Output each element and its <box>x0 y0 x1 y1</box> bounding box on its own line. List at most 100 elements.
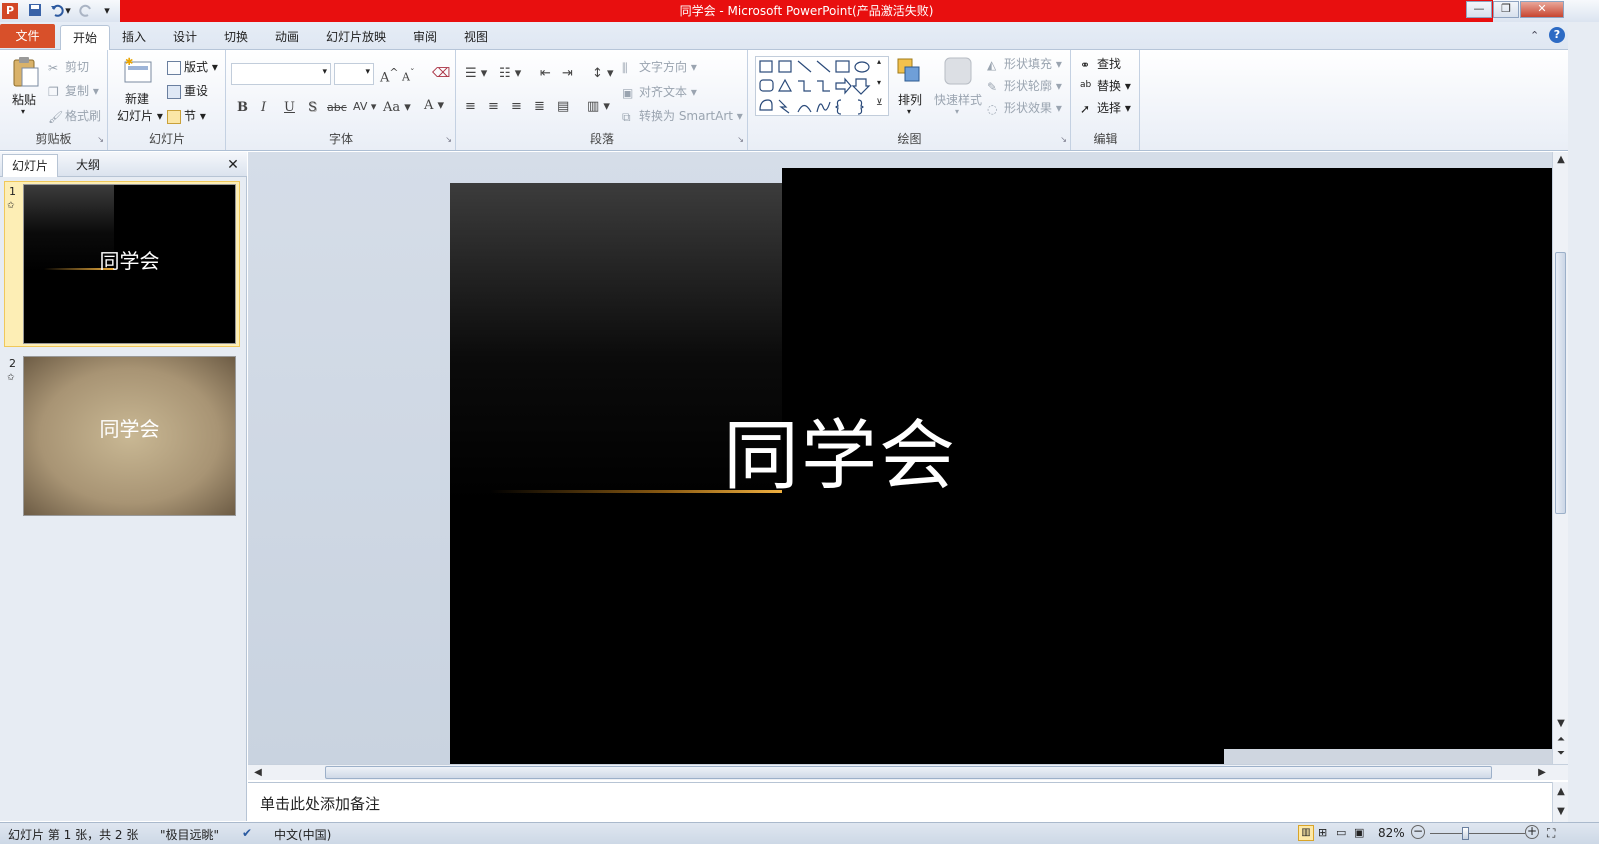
h-scroll-thumb[interactable] <box>325 766 1492 779</box>
copy-button[interactable]: ❐ 复制 ▾ <box>48 82 99 99</box>
arrange-icon[interactable] <box>895 56 925 88</box>
font-size-dropdown[interactable]: ▾ <box>334 63 374 85</box>
close-button[interactable]: ✕ <box>1520 1 1564 18</box>
scroll-right-icon[interactable]: ▶ <box>1534 767 1550 778</box>
arrange-dropdown-icon[interactable]: ▾ <box>907 107 911 116</box>
new-slide-button[interactable]: 幻灯片 ▾ <box>117 107 163 124</box>
language-indicator[interactable]: 中文(中国) <box>274 826 331 843</box>
close-pane-icon[interactable]: ✕ <box>224 154 242 177</box>
tab-file[interactable]: 文件 <box>0 24 55 48</box>
undo-icon[interactable] <box>49 3 65 19</box>
dialog-launcher-icon[interactable]: ↘ <box>445 135 452 144</box>
cut-button[interactable]: ✂ 剪切 <box>48 58 89 75</box>
previous-slide-icon[interactable]: ⏶ <box>1553 734 1569 745</box>
section-button[interactable]: 节 ▾ <box>167 107 206 124</box>
justify-icon[interactable]: ≣ <box>534 99 545 114</box>
paste-dropdown-icon[interactable]: ▾ <box>21 107 25 116</box>
horizontal-scrollbar[interactable]: ◀ ▶ <box>248 764 1568 780</box>
scroll-left-icon[interactable]: ◀ <box>250 767 266 778</box>
tab-slides[interactable]: 幻灯片 <box>2 154 58 177</box>
normal-view-icon[interactable]: ▥ <box>1298 825 1314 841</box>
tab-home[interactable]: 开始 <box>60 25 110 51</box>
clear-format-icon[interactable]: ⌫ <box>432 66 450 81</box>
slide-thumbnail-1[interactable]: 同学会 <box>23 184 236 344</box>
shapes-scroll-up-icon[interactable]: ▴ <box>877 57 881 66</box>
redo-icon[interactable] <box>78 3 94 19</box>
tab-animations[interactable]: 动画 <box>268 25 306 50</box>
shapes-scroll-down-icon[interactable]: ▾ <box>877 78 881 87</box>
slide-thumbnail-2[interactable]: 同学会 <box>23 356 236 516</box>
bold-button[interactable]: B <box>237 100 248 115</box>
increase-indent-icon[interactable]: ⇥ <box>562 66 573 81</box>
bullets-icon[interactable]: ☰ ▾ <box>465 66 487 81</box>
quick-styles-icon[interactable] <box>943 56 973 88</box>
format-painter-button[interactable]: 🖌 格式刷 <box>48 107 101 124</box>
tab-outline[interactable]: 大纲 <box>62 154 114 177</box>
tab-insert[interactable]: 插入 <box>115 25 153 50</box>
scroll-down-icon[interactable]: ▼ <box>1553 718 1569 729</box>
font-family-dropdown[interactable]: ▾ <box>231 63 331 85</box>
align-left-icon[interactable]: ≡ <box>465 99 476 114</box>
undo-dropdown-icon[interactable]: ▾ <box>64 3 72 19</box>
scroll-up-icon[interactable]: ▲ <box>1553 154 1569 165</box>
minimize-button[interactable]: — <box>1466 1 1492 18</box>
new-slide-icon[interactable]: ✱ <box>123 56 153 88</box>
quick-styles-dropdown-icon[interactable]: ▾ <box>955 107 959 116</box>
font-color-button[interactable]: A ▾ <box>424 98 444 113</box>
scroll-down-icon[interactable]: ▼ <box>1553 806 1569 817</box>
help-icon[interactable]: ? <box>1549 27 1565 43</box>
dialog-launcher-icon[interactable]: ↘ <box>1060 135 1067 144</box>
text-direction-button[interactable]: ⫼ 文字方向 ▾ <box>622 58 697 75</box>
layout-button[interactable]: 版式 ▾ <box>167 58 218 75</box>
underline-button[interactable]: U <box>284 100 295 115</box>
zoom-out-icon[interactable]: − <box>1411 825 1425 839</box>
slide-sorter-icon[interactable]: ⊞ <box>1318 826 1327 839</box>
shape-outline-button[interactable]: ✎ 形状轮廓 ▾ <box>987 77 1062 94</box>
align-right-icon[interactable]: ≡ <box>511 99 522 114</box>
new-slide-label[interactable]: 新建 <box>125 90 149 107</box>
paste-icon[interactable] <box>10 56 40 88</box>
notes-scrollbar[interactable]: ▲ ▼ <box>1552 782 1568 822</box>
scroll-up-icon[interactable]: ▲ <box>1553 786 1569 797</box>
shape-fill-button[interactable]: ◭ 形状填充 ▾ <box>987 55 1062 72</box>
align-center-icon[interactable]: ≡ <box>488 99 499 114</box>
notes-placeholder[interactable]: 单击此处添加备注 <box>260 793 380 814</box>
shapes-gallery[interactable] <box>755 56 889 116</box>
italic-button[interactable]: I <box>261 100 266 115</box>
zoom-level[interactable]: 82% <box>1378 826 1405 840</box>
dialog-launcher-icon[interactable]: ↘ <box>97 135 104 144</box>
next-slide-icon[interactable]: ⏷ <box>1553 748 1569 759</box>
arrange-button[interactable]: 排列 <box>898 91 922 108</box>
paste-button[interactable]: 粘贴 <box>12 91 36 108</box>
change-case-button[interactable]: Aa ▾ <box>383 100 411 115</box>
grow-font-button[interactable]: A^ <box>380 66 398 85</box>
distribute-icon[interactable]: ▤ <box>557 99 569 114</box>
shape-effects-button[interactable]: ◌ 形状效果 ▾ <box>987 99 1062 116</box>
line-spacing-icon[interactable]: ↕ ▾ <box>592 66 614 81</box>
tab-slideshow[interactable]: 幻灯片放映 <box>320 25 392 50</box>
tab-design[interactable]: 设计 <box>166 25 204 50</box>
restore-button[interactable]: ❐ <box>1493 1 1519 18</box>
slide-title[interactable]: 同学会 <box>723 394 1023 504</box>
select-button[interactable]: ➚ 选择 ▾ <box>1080 99 1131 116</box>
dialog-launcher-icon[interactable]: ↘ <box>737 135 744 144</box>
tab-review[interactable]: 审阅 <box>406 25 444 50</box>
powerpoint-app-icon[interactable]: P <box>2 3 18 19</box>
reset-button[interactable]: 重设 <box>167 82 208 99</box>
decrease-indent-icon[interactable]: ⇤ <box>540 66 551 81</box>
zoom-in-icon[interactable]: + <box>1525 825 1539 839</box>
minimize-ribbon-icon[interactable]: ⌃ <box>1530 29 1539 42</box>
notes-pane[interactable]: 单击此处添加备注 <box>248 782 1552 822</box>
save-icon[interactable] <box>27 3 43 19</box>
replace-button[interactable]: ab 替换 ▾ <box>1080 77 1131 94</box>
tab-view[interactable]: 视图 <box>457 25 495 50</box>
scroll-thumb[interactable] <box>1555 252 1566 514</box>
fit-to-window-icon[interactable]: ⛶ <box>1547 826 1555 841</box>
tab-transitions[interactable]: 切换 <box>217 25 255 50</box>
reading-view-icon[interactable]: ▭ <box>1336 826 1346 839</box>
vertical-scrollbar[interactable]: ▲ ▼ ⏶ ⏷ <box>1552 152 1568 764</box>
zoom-slider-thumb[interactable] <box>1462 827 1469 840</box>
shadow-button[interactable]: S <box>308 100 317 115</box>
spellcheck-icon[interactable]: ✔ <box>242 826 252 840</box>
strikethrough-button[interactable]: abc <box>327 101 347 114</box>
